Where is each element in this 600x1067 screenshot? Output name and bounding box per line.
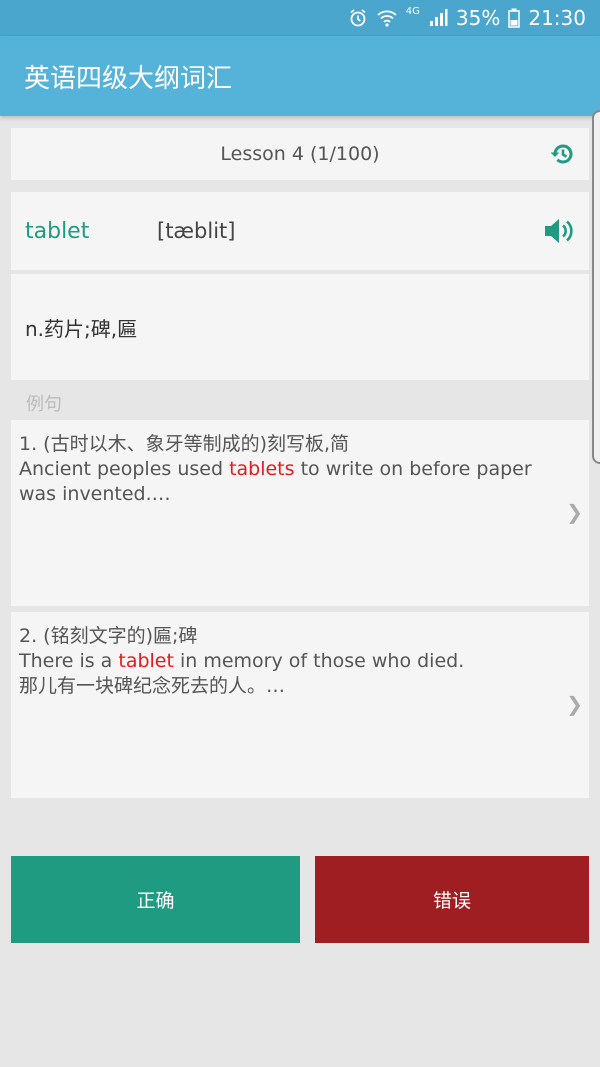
history-icon[interactable] [549,141,575,167]
alarm-icon [348,8,368,28]
example-card-1[interactable]: 1. (古时以木、象牙等制成的)刻写板,简 Ancient peoples us… [11,420,589,606]
app-title: 英语四级大纲词汇 [24,63,233,94]
lesson-label: Lesson 4 (1/100) [220,143,380,165]
chevron-right-icon: ❯ [566,500,583,524]
chevron-right-icon: ❯ [566,692,583,716]
network-type: 4G [405,6,420,17]
example-sentence: Ancient peoples used tablets to write on… [19,458,532,480]
meaning-text: n.药片;碑,匾 [25,316,138,341]
speaker-icon[interactable] [543,216,577,246]
clock-time: 21:30 [528,6,586,30]
highlighted-word: tablet [118,650,174,672]
examples-section-label: 例句 [26,394,62,415]
battery-icon [508,8,521,28]
battery-percent: 35% [455,6,501,30]
app-bar: 英语四级大纲词汇 [0,36,600,116]
wrong-button[interactable]: 错误 [315,856,589,943]
example-translation: 那儿有一块碑纪念死去的人。… [19,675,286,697]
example-title: 1. (古时以木、象牙等制成的)刻写板,简 [19,433,350,455]
word-card: tablet [tæblit] [11,192,589,270]
signal-icon [428,8,448,28]
example-title: 2. (铭刻文字的)匾;碑 [19,625,198,647]
meaning-card: n.药片;碑,匾 [11,274,589,380]
word-phonetic: [tæblit] [157,219,236,243]
highlighted-word: tablets [229,458,295,480]
example-card-2[interactable]: 2. (铭刻文字的)匾;碑 There is a tablet in memor… [11,612,589,798]
correct-button[interactable]: 正确 [11,856,300,943]
status-bar: 4G 35% 21:30 [0,0,600,36]
word-text: tablet [25,218,90,244]
edge-panel-handle[interactable] [592,110,600,464]
example-sentence: There is a tablet in memory of those who… [19,650,465,672]
wifi-icon [376,8,398,28]
example-continuation: was invented.… [19,483,171,505]
lesson-header: Lesson 4 (1/100) [11,128,589,180]
